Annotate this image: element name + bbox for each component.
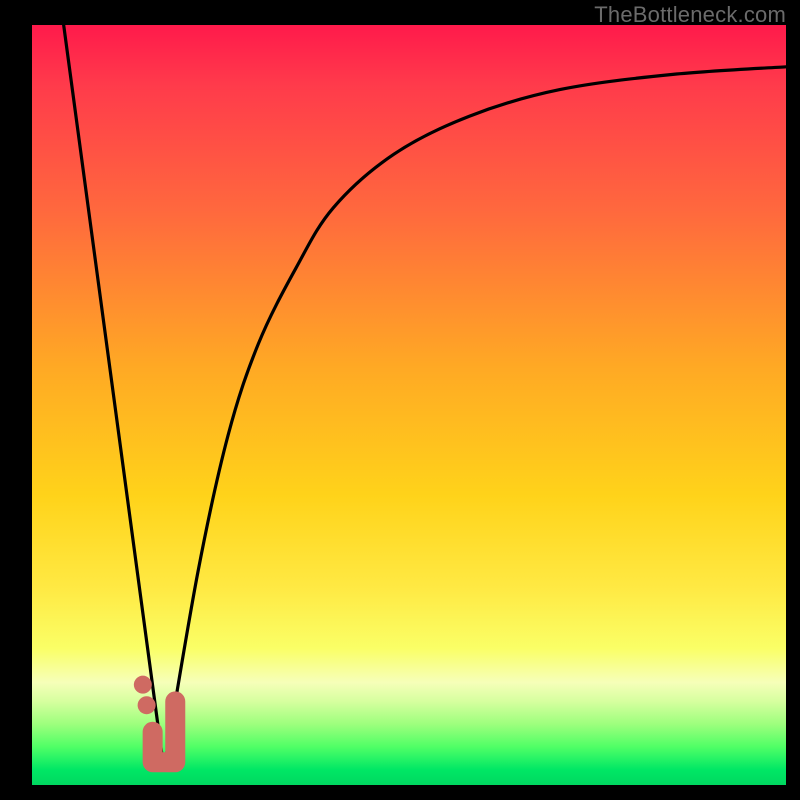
curves-svg [32, 25, 786, 785]
plot-area [32, 25, 786, 785]
left-descent-curve [64, 25, 164, 770]
chart-frame: TheBottleneck.com [0, 0, 800, 800]
right-rise-curve [164, 67, 786, 770]
marker-dot [138, 696, 156, 714]
marker-dot [134, 676, 152, 694]
